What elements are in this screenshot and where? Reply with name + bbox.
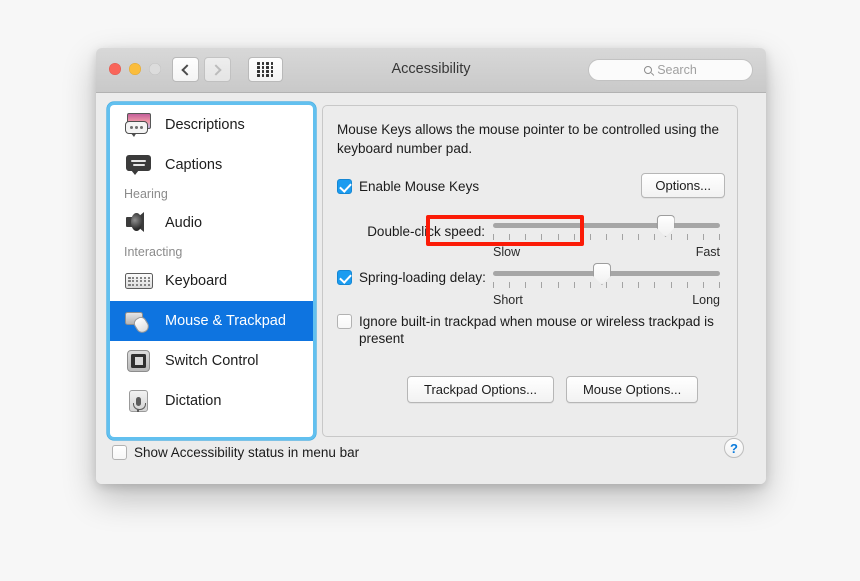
search-icon	[644, 66, 652, 74]
options-button[interactable]: Options...	[641, 173, 725, 198]
mouse-options-button[interactable]: Mouse Options...	[566, 376, 698, 403]
sidebar-item-label: Dictation	[165, 393, 221, 409]
system-preferences-window: Accessibility Search Descriptions	[96, 48, 766, 484]
slider-min-label: Short	[493, 293, 523, 307]
sidebar-item-dictation[interactable]: Dictation	[110, 381, 313, 421]
ignore-trackpad-checkbox[interactable]: Ignore built-in trackpad when mouse or w…	[337, 313, 719, 347]
checkbox-indicator[interactable]	[337, 179, 352, 194]
help-button[interactable]: ?	[724, 438, 744, 458]
mouse-trackpad-settings-panel: Mouse Keys allows the mouse pointer to b…	[322, 105, 738, 437]
sidebar-item-captions[interactable]: Captions	[110, 145, 313, 185]
spring-loading-delay-slider[interactable]: Short Long	[493, 271, 720, 276]
switch-control-icon	[124, 348, 154, 374]
slider-max-label: Fast	[696, 245, 720, 259]
mouse-keys-description: Mouse Keys allows the mouse pointer to b…	[337, 120, 723, 158]
double-click-speed-slider[interactable]: Double-click speed: Slow Fast	[493, 223, 720, 228]
checkbox-indicator[interactable]	[337, 270, 352, 285]
mouse-trackpad-icon	[124, 308, 154, 334]
window-titlebar: Accessibility Search	[96, 48, 766, 93]
sidebar-item-label: Audio	[165, 215, 202, 231]
captions-icon	[124, 152, 154, 178]
slider-end-labels: Short Long	[493, 293, 720, 307]
screen: Accessibility Search Descriptions	[0, 0, 860, 581]
sidebar-item-label: Captions	[165, 157, 222, 173]
descriptions-icon	[124, 112, 154, 138]
search-placeholder: Search	[657, 63, 697, 77]
checkbox-indicator[interactable]	[337, 314, 352, 329]
sidebar-item-label: Descriptions	[165, 117, 245, 133]
audio-speaker-icon	[124, 210, 154, 236]
checkbox-indicator[interactable]	[112, 445, 127, 460]
trackpad-options-button[interactable]: Trackpad Options...	[407, 376, 554, 403]
panel-action-buttons: Trackpad Options... Mouse Options...	[407, 376, 698, 403]
slider-ticks	[493, 234, 720, 241]
checkbox-label: Ignore built-in trackpad when mouse or w…	[359, 313, 719, 347]
sidebar-group-hearing: Hearing	[110, 185, 313, 203]
window-body: Descriptions Captions Hearing Audio Inte…	[96, 93, 766, 484]
show-accessibility-status-checkbox[interactable]: Show Accessibility status in menu bar	[112, 444, 359, 461]
checkbox-label: Enable Mouse Keys	[359, 178, 479, 195]
checkbox-label: Spring-loading delay:	[359, 269, 486, 286]
search-field[interactable]: Search	[588, 59, 753, 81]
slider-track[interactable]	[493, 223, 720, 228]
slider-ticks	[493, 282, 720, 289]
double-click-speed-label: Double-click speed:	[367, 224, 485, 239]
dictation-mic-icon	[124, 388, 154, 414]
checkbox-label: Show Accessibility status in menu bar	[134, 444, 359, 461]
slider-track[interactable]	[493, 271, 720, 276]
keyboard-icon	[124, 268, 154, 294]
sidebar-item-mouse-trackpad[interactable]: Mouse & Trackpad	[110, 301, 313, 341]
sidebar-item-audio[interactable]: Audio	[110, 203, 313, 243]
sidebar-item-label: Switch Control	[165, 353, 258, 369]
sidebar-item-label: Mouse & Trackpad	[165, 313, 286, 329]
slider-min-label: Slow	[493, 245, 520, 259]
sidebar-item-switch-control[interactable]: Switch Control	[110, 341, 313, 381]
enable-mouse-keys-checkbox[interactable]: Enable Mouse Keys	[337, 178, 479, 195]
slider-max-label: Long	[692, 293, 720, 307]
window-footer: Show Accessibility status in menu bar ?	[110, 436, 752, 484]
sidebar-item-keyboard[interactable]: Keyboard	[110, 261, 313, 301]
spring-loading-delay-checkbox[interactable]: Spring-loading delay:	[337, 269, 486, 286]
accessibility-feature-list[interactable]: Descriptions Captions Hearing Audio Inte…	[110, 105, 313, 437]
sidebar-item-descriptions[interactable]: Descriptions	[110, 105, 313, 145]
sidebar-item-label: Keyboard	[165, 273, 227, 289]
slider-end-labels: Slow Fast	[493, 245, 720, 259]
sidebar-group-interacting: Interacting	[110, 243, 313, 261]
